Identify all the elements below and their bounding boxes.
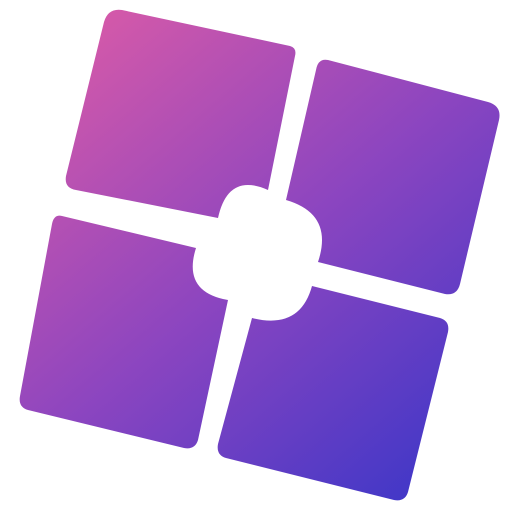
- logo-tiles: [19, 9, 500, 501]
- logo-tile-top-right: [286, 59, 500, 295]
- logo-tile-bottom-left: [19, 215, 228, 449]
- four-tile-window-logo-icon: [19, 9, 500, 501]
- logo-tile-top-left: [65, 9, 296, 218]
- app-icon-canvas: [0, 0, 512, 512]
- logo-tile-bottom-right: [217, 286, 449, 501]
